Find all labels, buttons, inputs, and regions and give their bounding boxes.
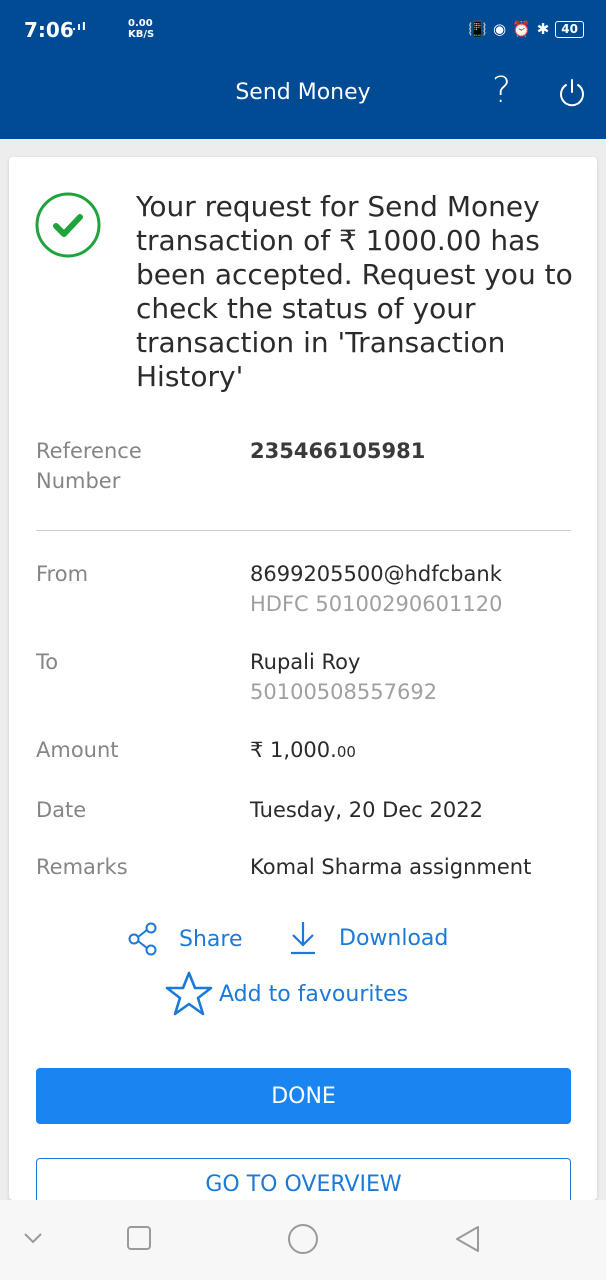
amount-value: ₹ 1,000.00 [250, 735, 356, 767]
from-label: From [36, 562, 89, 586]
page-title: Send Money [235, 80, 371, 105]
amount-decimal: 00 [336, 743, 356, 761]
lock-icon: ◉ [492, 20, 507, 38]
download-icon [291, 922, 315, 955]
help-icon[interactable]: ? [492, 70, 511, 111]
to-value: Rupali Roy 50100508557692 [250, 647, 437, 707]
status-bar: 7:06 .ıl 0.00 KB/S 📳 ◉ ⏰ ✱ 40 [0, 0, 606, 62]
share-label: Share [179, 926, 243, 952]
status-icons: 📳 ◉ ⏰ ✱ 40 [468, 20, 584, 38]
signal-icon: .ıl [72, 20, 87, 33]
success-check-icon [35, 192, 101, 258]
power-icon[interactable] [556, 76, 588, 108]
amount-label: Amount [36, 738, 119, 762]
chevron-down-icon[interactable] [22, 1230, 44, 1246]
date-label: Date [36, 798, 87, 822]
from-vpa: 8699205500@hdfcbank [250, 562, 502, 586]
reference-value: 235466105981 [250, 439, 426, 463]
bluetooth-icon: ✱ [536, 20, 550, 38]
remarks-label: Remarks [36, 855, 128, 879]
reference-label: Reference Number [36, 439, 142, 493]
divider [36, 530, 571, 531]
from-account: HDFC 50100290601120 [250, 592, 503, 616]
network-speed-value: 0.00 [128, 18, 153, 29]
network-speed-unit: KB/S [128, 29, 155, 40]
star-icon [165, 971, 213, 1016]
confirmation-card: Your request for Send Money transaction … [9, 157, 597, 1200]
recent-apps-icon[interactable] [125, 1224, 153, 1252]
alarm-icon: ⏰ [512, 20, 531, 38]
go-to-overview-button[interactable]: GO TO OVERVIEW [36, 1158, 571, 1200]
to-name: Rupali Roy [250, 650, 361, 674]
favourites-label: Add to favourites [219, 981, 409, 1007]
to-label: To [36, 650, 59, 674]
confirmation-message: Your request for Send Money transaction … [136, 190, 573, 393]
from-value: 8699205500@hdfcbank HDFC 50100290601120 [250, 559, 502, 619]
add-favourites-button[interactable]: Add to favourites [163, 970, 408, 1018]
remarks-value: Komal Sharma assignment [250, 855, 532, 879]
download-label: Download [339, 925, 449, 951]
status-time: 7:06 [24, 18, 74, 42]
back-icon[interactable] [454, 1224, 482, 1254]
vibrate-icon: 📳 [468, 20, 487, 38]
home-icon[interactable] [286, 1222, 320, 1256]
share-button[interactable]: Share [127, 922, 243, 956]
network-speed: 0.00 KB/S [128, 18, 154, 40]
download-button[interactable]: Download [287, 920, 448, 956]
app-bar: Send Money ? [0, 62, 606, 139]
to-account: 50100508557692 [250, 680, 438, 704]
share-icon [128, 922, 157, 956]
battery-icon: 40 [555, 20, 584, 38]
done-button[interactable]: DONE [36, 1068, 571, 1124]
amount-main: ₹ 1,000. [250, 738, 337, 762]
date-value: Tuesday, 20 Dec 2022 [250, 798, 483, 822]
system-nav-bar [0, 1200, 606, 1280]
